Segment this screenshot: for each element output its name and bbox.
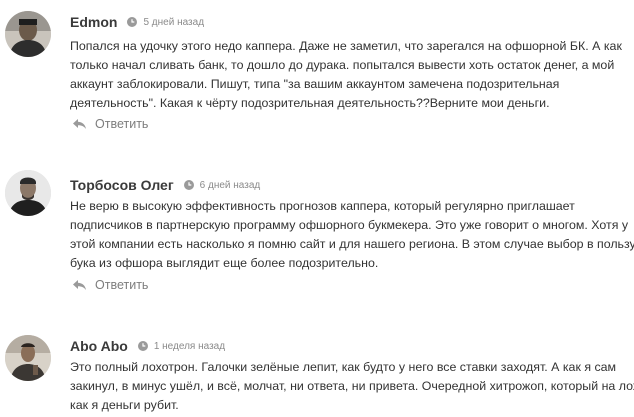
comment-meta: Edmon 5 дней назад bbox=[70, 14, 204, 30]
comment-line: этой компании есть насколько я помню сай… bbox=[70, 237, 634, 251]
comment-time: 6 дней назад bbox=[199, 179, 261, 191]
comment-text: Это полный лохотрон. Галочки зелёные леп… bbox=[70, 358, 634, 415]
comment-line: подписчиков в партнерскую программу офшо… bbox=[70, 218, 629, 232]
comment-line: Не верю в высокую эффективность прогнозо… bbox=[70, 199, 575, 213]
author-name[interactable]: Abo Abo bbox=[70, 338, 128, 354]
comment-line: только начал сливать банк, то дошло до д… bbox=[70, 58, 615, 72]
author-name[interactable]: Торбосов Олег bbox=[70, 177, 174, 193]
comment-meta: Торбосов Олег 6 дней назад bbox=[70, 177, 260, 193]
comment-meta: Abo Abo 1 неделя назад bbox=[70, 338, 225, 354]
reply-arrow-icon bbox=[72, 279, 87, 291]
clock-icon bbox=[127, 17, 138, 27]
comment-line: как я деньги рубит. bbox=[70, 398, 179, 412]
reply-button[interactable]: Ответить bbox=[72, 278, 148, 292]
comment-line: Это полный лохотрон. Галочки зелёные леп… bbox=[70, 360, 617, 374]
clock-icon bbox=[137, 341, 148, 351]
user-photo-icon bbox=[5, 11, 51, 57]
comment-time: 5 дней назад bbox=[143, 16, 205, 28]
comment-line: аккаунт заблокировали. Пишут, типа "за в… bbox=[70, 77, 560, 91]
comment-line: деятельность". Какая к чёрту подозритель… bbox=[70, 96, 550, 110]
user-photo-icon bbox=[5, 335, 51, 381]
clock-icon bbox=[183, 180, 194, 190]
comment-line: Попался на удочку этого недо каппера. Да… bbox=[70, 39, 622, 53]
comment-text: Не верю в высокую эффективность прогнозо… bbox=[70, 197, 634, 273]
reply-label: Ответить bbox=[95, 278, 149, 292]
reply-label: Ответить bbox=[95, 117, 149, 131]
comment-line: бука из офшора выглядит еще более подозр… bbox=[70, 256, 379, 270]
reply-arrow-icon bbox=[72, 118, 87, 130]
comment-line: закинул, в минус ушёл, и всё, молчат, ни… bbox=[70, 379, 634, 393]
comment-time: 1 неделя назад bbox=[153, 340, 226, 352]
reply-button[interactable]: Ответить bbox=[72, 117, 148, 131]
avatar[interactable] bbox=[5, 170, 51, 216]
user-photo-icon bbox=[5, 170, 51, 216]
author-name[interactable]: Edmon bbox=[70, 14, 117, 30]
avatar[interactable] bbox=[5, 335, 51, 381]
avatar[interactable] bbox=[5, 11, 51, 57]
comment-text: Попался на удочку этого недо каппера. Да… bbox=[70, 37, 630, 113]
